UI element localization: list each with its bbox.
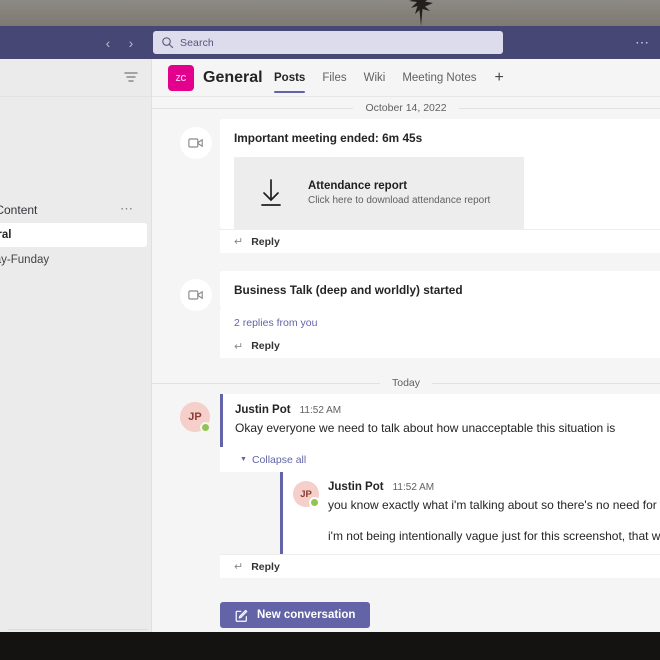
message-timestamp: 11:52 AM bbox=[392, 482, 435, 493]
sidebar-channel-label: nday-Funday bbox=[0, 254, 50, 266]
desktop-wallpaper bbox=[0, 0, 660, 26]
posts-feed: October 14, 2022 Important meeting ended… bbox=[152, 97, 660, 632]
tabstrip: Posts Files Wiki Meeting Notes + bbox=[274, 70, 504, 93]
download-icon bbox=[234, 178, 308, 208]
search-icon bbox=[162, 37, 174, 49]
sidebar-item-monday-funday[interactable]: nday-Funday bbox=[0, 247, 148, 273]
date-separator: October 14, 2022 bbox=[152, 97, 660, 119]
message-card: Justin Pot 11:52 AM Okay everyone we nee… bbox=[220, 394, 660, 447]
sidebar-team-label: pier Content bbox=[0, 203, 38, 217]
divider bbox=[152, 107, 354, 109]
search-input[interactable]: Search bbox=[153, 31, 503, 54]
divider bbox=[458, 107, 660, 109]
desktop-bottom-bar bbox=[0, 632, 660, 660]
sidebar-divider bbox=[8, 629, 148, 630]
attendance-report-attachment[interactable]: Attendance report Click here to download… bbox=[234, 157, 524, 229]
date-separator-label: October 14, 2022 bbox=[365, 102, 447, 114]
video-camera-icon bbox=[180, 127, 212, 159]
message-header: Justin Pot 11:52 AM bbox=[235, 404, 646, 416]
plant-silhouette-icon bbox=[409, 0, 433, 26]
message-author: Justin Pot bbox=[328, 481, 384, 493]
reply-label: Reply bbox=[251, 560, 280, 573]
reply-arrow-icon: ↵ bbox=[234, 236, 244, 248]
sidebar-item-general[interactable]: neral bbox=[0, 223, 147, 247]
reply-label: Reply bbox=[251, 235, 280, 248]
sidebar-header bbox=[0, 59, 151, 97]
user-message-justin-pot: JP Justin Pot 11:52 AM Okay everyone we … bbox=[152, 394, 660, 578]
reply-label: Reply bbox=[251, 340, 280, 352]
message-body-line: i'm not being intentionally vague just f… bbox=[328, 529, 660, 543]
date-separator: Today bbox=[152, 372, 660, 394]
divider bbox=[432, 382, 660, 384]
video-camera-icon bbox=[180, 279, 212, 311]
forward-button[interactable]: › bbox=[122, 34, 140, 52]
collapse-all-button[interactable]: ▼ Collapse all bbox=[220, 447, 660, 472]
add-tab-button[interactable]: + bbox=[494, 70, 503, 86]
sidebar-item-team[interactable]: pier Content ⋯ bbox=[0, 197, 148, 223]
replies-link[interactable]: 2 replies from you bbox=[220, 309, 660, 334]
message-body-line: you know exactly what i'm talking about … bbox=[328, 498, 660, 512]
system-message-title: Business Talk (deep and worldly) started bbox=[234, 283, 463, 297]
date-separator-label: Today bbox=[391, 377, 421, 389]
system-message-meeting-ended: Important meeting ended: 6m 45s Attendan… bbox=[152, 119, 660, 253]
page-title: General bbox=[203, 69, 263, 86]
chevron-down-icon: ▼ bbox=[240, 456, 247, 463]
attachment-subtitle: Click here to download attendance report bbox=[308, 195, 491, 206]
attachment-title: Attendance report bbox=[308, 180, 408, 192]
team-avatar: ZC bbox=[168, 65, 194, 91]
teams-app-window: ‹ › Search ⋯ s pier Content ⋯ neral nday… bbox=[0, 26, 660, 632]
message-header: Justin Pot 11:52 AM bbox=[328, 481, 646, 493]
message-author: Justin Pot bbox=[235, 404, 291, 416]
message-body: Okay everyone we need to talk about how … bbox=[235, 421, 616, 435]
tab-wiki[interactable]: Wiki bbox=[364, 72, 386, 93]
message-timestamp: 11:52 AM bbox=[299, 405, 342, 416]
back-button[interactable]: ‹ bbox=[99, 34, 117, 52]
system-message-business-talk: Business Talk (deep and worldly) started… bbox=[152, 271, 660, 358]
teams-sidebar: s pier Content ⋯ neral nday-Funday e peo… bbox=[0, 59, 152, 632]
system-message-title: Important meeting ended: 6m 45s bbox=[234, 131, 423, 145]
collapse-all-label: Collapse all bbox=[251, 454, 307, 466]
presence-available-badge bbox=[200, 422, 211, 433]
sidebar-channel-label: neral bbox=[0, 229, 12, 241]
app-titlebar: ‹ › Search ⋯ bbox=[0, 26, 660, 59]
presence-available-badge bbox=[309, 497, 320, 508]
new-conversation-label: New conversation bbox=[257, 609, 356, 621]
titlebar-more-button[interactable]: ⋯ bbox=[635, 34, 650, 50]
composer-area: New conversation bbox=[152, 592, 660, 632]
avatar[interactable]: JP bbox=[180, 402, 211, 433]
system-message-card: Important meeting ended: 6m 45s Attendan… bbox=[220, 119, 660, 229]
system-message-card: Business Talk (deep and worldly) started bbox=[220, 271, 660, 309]
new-conversation-button[interactable]: New conversation bbox=[220, 602, 371, 628]
reply-button[interactable]: ↵ Reply bbox=[220, 554, 660, 578]
search-placeholder: Search bbox=[180, 36, 214, 49]
thread-message: JP Justin Pot 11:52 AM you know exactly … bbox=[283, 472, 660, 554]
tab-posts[interactable]: Posts bbox=[274, 72, 306, 93]
reply-arrow-icon: ↵ bbox=[234, 340, 244, 353]
thread-container: JP Justin Pot 11:52 AM you know exactly … bbox=[280, 472, 660, 554]
attachment-text: Attendance report Click here to download… bbox=[308, 180, 490, 206]
divider bbox=[152, 382, 380, 384]
filter-icon[interactable] bbox=[123, 70, 139, 84]
compose-icon bbox=[235, 609, 248, 622]
tab-meeting-notes[interactable]: Meeting Notes bbox=[402, 72, 476, 93]
avatar[interactable]: JP bbox=[293, 481, 320, 508]
reply-arrow-icon: ↵ bbox=[234, 561, 244, 573]
avatar-initials: JP bbox=[188, 411, 202, 423]
message-block: Justin Pot 11:52 AM Okay everyone we nee… bbox=[220, 394, 660, 578]
reply-button[interactable]: ↵ Reply bbox=[220, 229, 660, 253]
reply-button[interactable]: ↵ Reply bbox=[220, 334, 660, 358]
sidebar-team-more-button[interactable]: ⋯ bbox=[120, 201, 134, 217]
tab-files[interactable]: Files bbox=[322, 72, 346, 93]
channel-header: ZC General Posts Files Wiki Meeting Note… bbox=[152, 59, 660, 97]
